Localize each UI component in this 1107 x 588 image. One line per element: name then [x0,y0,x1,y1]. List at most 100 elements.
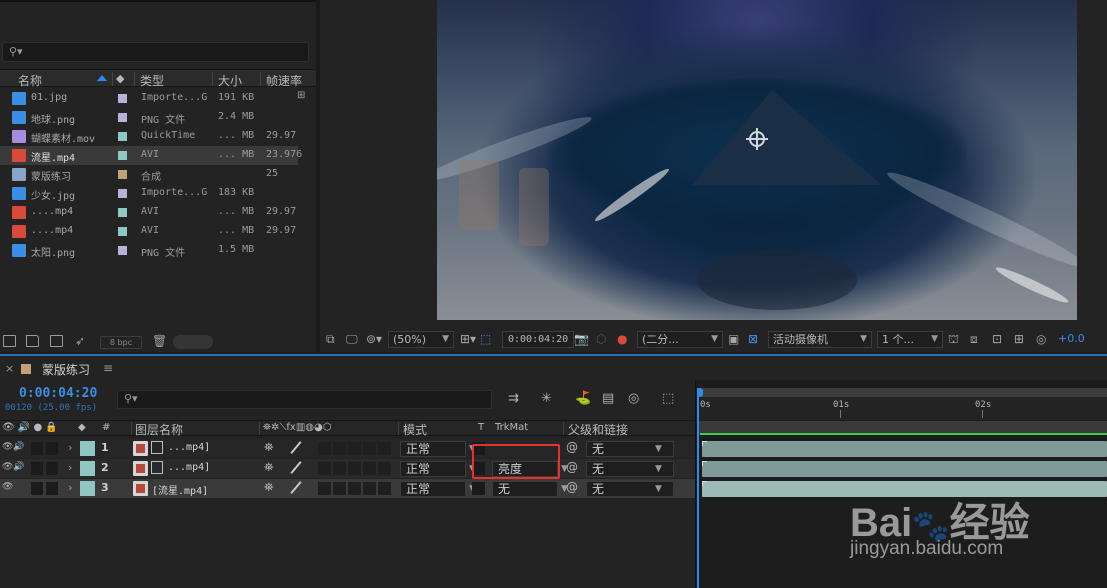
lock-cell[interactable] [46,462,58,475]
quality-switch-icon[interactable] [290,481,302,494]
switch-cell[interactable] [348,462,361,475]
timeline-tab-title[interactable]: 蒙版练习 [42,361,90,378]
column-fps[interactable]: 帧速率 [266,72,302,89]
label-swatch[interactable] [118,132,127,141]
lock-cell[interactable] [46,442,58,455]
label-swatch[interactable] [118,189,127,198]
fast-preview-icon[interactable]: ▣ [728,332,739,346]
column-t[interactable]: T [478,422,484,433]
column-parent[interactable]: 父级和链接 [568,421,628,438]
switch-cell[interactable] [348,442,361,455]
close-icon[interactable]: × [5,362,14,375]
layer-row[interactable]: 👁›3[流星.mp4]⛯正常▼无▼@无▼ [0,479,695,498]
shy-switch-icon[interactable]: ⛯ [264,460,274,475]
project-item[interactable]: 蝴蝶素材.mov QuickTime ... MB 29.97 [0,127,298,146]
shy-layers-icon[interactable]: ⛳ [575,391,591,406]
pick-whip-icon[interactable]: @ [566,460,578,474]
column-layer-name[interactable]: 图层名称 [135,421,183,438]
show-snapshot-icon[interactable]: ⬡ [596,332,606,346]
column-size[interactable]: 大小 [218,72,242,89]
column-mode[interactable]: 模式 [403,421,427,438]
mode-dropdown[interactable]: 正常▼ [400,481,476,497]
timeline-link-icon[interactable]: ⊡ [992,332,1002,346]
current-time-display[interactable]: 0:00:04:20 [19,386,97,401]
solo-cell[interactable] [31,462,43,475]
project-item[interactable]: 01.jpg Importe...G 191 KB [0,89,298,108]
switch-cell[interactable] [318,482,331,495]
lock-cell[interactable] [46,482,58,495]
switch-cell[interactable] [333,482,346,495]
switch-cell[interactable] [333,462,346,475]
label-swatch[interactable] [118,151,127,160]
monitor-icon[interactable]: 🖵 [346,332,358,347]
project-item[interactable]: ....mp4 AVI ... MB 29.97 [0,222,298,241]
switches-icons[interactable]: ⛯✲⟍fx▥◍◕⬡ [263,422,331,433]
label-swatch[interactable] [118,170,127,179]
new-composition-icon[interactable] [50,335,63,347]
label-swatch[interactable] [118,208,127,217]
trash-icon[interactable]: 🗑 [152,334,167,348]
3d-draft-icon[interactable]: ⧈ [970,332,978,347]
switch-cell[interactable] [378,462,391,475]
label-swatch[interactable] [80,441,95,456]
parent-dropdown[interactable]: 无 ▼ [586,461,674,477]
label-swatch[interactable] [118,246,127,255]
layer-2-track[interactable] [702,461,1107,477]
draft-3d-icon[interactable]: ✳ [541,391,552,406]
mask-visibility-icon[interactable]: ⊚▾ [366,332,382,346]
label-swatch[interactable] [118,113,127,122]
layer-row[interactable]: 👁🔊 › 1 ...mp4] ⛯ 正常▼ @ 无▼ [0,439,695,458]
switch-cell[interactable] [318,462,331,475]
grid-guides-icon[interactable]: ⊞▾ [460,332,476,346]
pick-whip-icon[interactable]: @ [566,440,578,454]
visibility-icon[interactable]: 👁 [2,482,13,492]
switch-cell[interactable] [378,482,391,495]
layer-name[interactable]: [流星.mp4] [152,482,208,497]
trkmat-dropdown[interactable]: 无 ▼ [492,481,568,497]
horizontal-scrollbar[interactable] [173,335,213,349]
solo-cell[interactable] [31,442,43,455]
column-num[interactable]: # [102,422,110,433]
graph-editor-icon[interactable]: ⬚ [662,391,674,406]
sort-ascending-icon[interactable] [97,75,107,81]
column-type[interactable]: 类型 [140,72,164,89]
expand-chevron-icon[interactable]: › [68,481,72,494]
work-area-bar[interactable] [697,388,1107,397]
switch-cell[interactable] [363,442,376,455]
project-item[interactable]: 流星.mp4 AVI ... MB 23.976 [0,146,302,165]
layer-search-input[interactable]: ⚲▾ [117,390,492,409]
project-item[interactable]: 蒙版练习 合成 25 [0,165,298,184]
snapshot-icon[interactable]: 📷 [574,332,589,346]
layer-name[interactable]: ...mp4] [168,462,210,473]
label-column-icon[interactable]: ◆ [116,72,124,85]
av-features-icons[interactable]: 👁 🔊 ● 🔒 [2,422,58,433]
layer-row[interactable]: 👁🔊›2...mp4]⛯正常▼亮度▼@无▼ [0,459,695,478]
visibility-icon[interactable]: 👁🔊 [2,462,25,472]
flowchart-icon[interactable]: ⊞ [297,90,305,101]
shy-switch-icon[interactable]: ⛯ [264,440,274,455]
expand-chevron-icon[interactable]: › [68,441,72,454]
switch-cell[interactable] [378,442,391,455]
solo-cell[interactable] [31,482,43,495]
expand-chevron-icon[interactable]: › [68,461,72,474]
bpc-button[interactable]: 8 bpc [100,336,142,349]
settings-icon[interactable]: ➶ [75,334,85,348]
layer-name[interactable]: ...mp4] [168,442,210,453]
layer-1-track[interactable] [702,441,1107,457]
panel-menu-icon[interactable]: ≡ [103,361,113,375]
flowchart-viewer-icon[interactable]: ⊞ [1014,332,1024,346]
label-swatch[interactable] [118,227,127,236]
new-folder-icon[interactable] [26,335,39,347]
label-swatch[interactable] [80,481,95,496]
quality-switch-icon[interactable] [290,441,302,454]
zoom-dropdown[interactable]: (50%) ▼ [388,331,454,348]
project-item[interactable]: ....mp4 AVI ... MB 29.97 [0,203,298,222]
composition-canvas[interactable] [437,0,1077,320]
region-of-interest-icon[interactable]: ⬚ [480,332,491,346]
composition-mini-flowchart-icon[interactable]: ⇉ [508,391,519,406]
mode-dropdown[interactable]: 正常▼ [400,461,476,477]
switch-cell[interactable] [363,462,376,475]
visibility-icon[interactable]: 👁🔊 [2,442,25,452]
resolution-dropdown[interactable]: (二分... ▼ [637,331,723,348]
transparency-grid-icon[interactable]: ⊠ [748,332,758,346]
